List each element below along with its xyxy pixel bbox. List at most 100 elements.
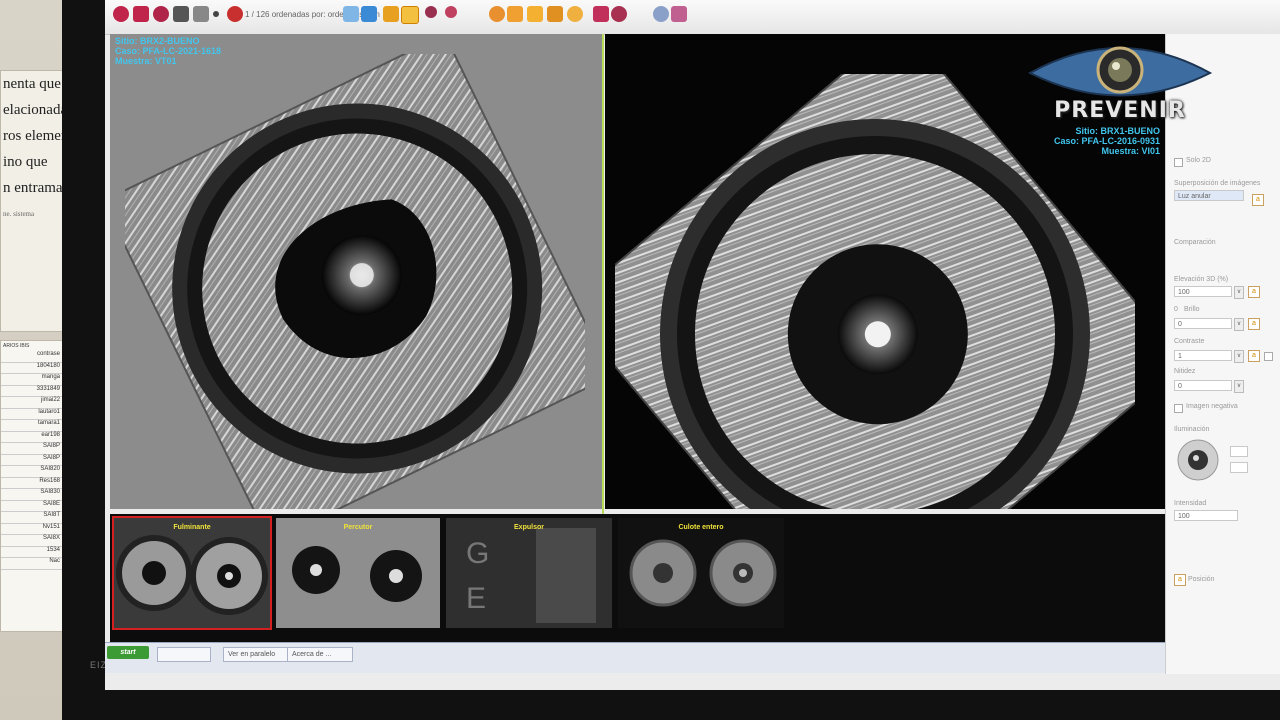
move-icon[interactable] (527, 6, 543, 22)
info-icon[interactable] (611, 6, 627, 22)
thumbnail-label: Culote entero (678, 524, 724, 531)
brush-icon[interactable] (671, 6, 687, 22)
elevacion-input[interactable]: 100 (1174, 286, 1232, 297)
table-cell: SAI8X (1, 535, 63, 547)
prevenir-watermark: PREVENIR (1025, 38, 1215, 128)
light-icon[interactable] (401, 6, 419, 24)
table-cell: lautaro1 (1, 409, 63, 420)
posicion-label: Posición (1188, 576, 1215, 583)
contraste-spinner[interactable]: v (1234, 350, 1244, 363)
iluminacion-dial-icon[interactable] (1176, 438, 1220, 482)
close-icon[interactable] (153, 6, 169, 22)
palette-icon[interactable] (653, 6, 669, 22)
table-cell: jimai22 (1, 397, 63, 409)
wall-table-sheet: ARIOS IBIS contrase 1804180 manga 333184… (0, 340, 64, 632)
contraste-lock-icon[interactable]: a (1248, 350, 1260, 362)
document-line: nenta que (3, 76, 61, 92)
taskbar-item[interactable] (157, 647, 211, 662)
superposicion-lock-icon[interactable]: a (1252, 194, 1264, 206)
view-divider[interactable] (602, 34, 604, 584)
table-cell: SAI8P (1, 455, 63, 466)
solo-2d-checkbox[interactable] (1174, 158, 1183, 167)
table-cell: manga (1, 374, 63, 386)
left-cartridge-image (125, 54, 585, 509)
thumbnail-percutor-image (276, 518, 440, 628)
elevacion-label: Elevación 3D (%) (1174, 276, 1229, 283)
main-toolbar: 1 / 126 ordenadas por: orden posicion (105, 0, 1280, 35)
imagen-negativa-label: Imagen negativa (1186, 403, 1238, 410)
table-header: ARIOS IBIS (3, 343, 30, 349)
brillo-input[interactable]: 0 (1174, 318, 1232, 329)
superposicion-list[interactable]: Luz anular (1174, 190, 1244, 201)
iluminacion-field-2[interactable] (1230, 462, 1248, 473)
intensidad-label: Intensidad (1174, 500, 1207, 507)
arrow-down-icon[interactable] (227, 6, 243, 22)
brillo-label-text: Brillo (1184, 306, 1200, 313)
table-cell: SAI8P (1, 443, 63, 455)
brillo-label: 0 (1174, 306, 1178, 313)
table-cell: 3331849 (1, 386, 63, 397)
table-cell: SAI8E (1, 501, 63, 512)
comparacion-label: Comparación (1174, 239, 1216, 246)
sitio-label: Sitio: BRX2-BUENO (115, 36, 200, 46)
next-icon[interactable] (361, 6, 377, 22)
document-line: elacionada (3, 102, 68, 118)
table-cell: 1534 (1, 547, 63, 558)
elevacion-lock-icon[interactable]: a (1248, 286, 1260, 298)
left-comparison-view[interactable]: Sitio: BRX2-BUENO Caso: PFA-LC-2021-1618… (110, 34, 603, 509)
printer-icon[interactable] (193, 6, 209, 22)
thumbnail-expulsor[interactable]: G E Expulsor (446, 518, 612, 628)
document-note: ne. sistema (3, 210, 35, 218)
thumbnail-culote-entero[interactable]: Culote entero (618, 518, 784, 628)
thumbnail-label: Expulsor (514, 524, 544, 531)
thumbnail-expulsor-image: G E (446, 518, 612, 628)
imagen-negativa-checkbox[interactable] (1174, 404, 1183, 413)
brillo-spinner[interactable]: v (1234, 318, 1244, 331)
wall-document: nenta que elacionada ros elemen ino que … (0, 70, 68, 332)
taskbar-item-ver-en-paralelo[interactable]: Ver en paralelo (223, 647, 289, 662)
zoom-out-icon[interactable] (445, 6, 457, 18)
taskbar-item-acerca-de[interactable]: Acerca de ... (287, 647, 353, 662)
brillo-lock-icon[interactable]: a (1248, 318, 1260, 330)
contraste-checkbox[interactable] (1264, 352, 1273, 361)
thumbnail-fulminante-image (116, 535, 268, 615)
rotate-icon[interactable] (547, 6, 563, 22)
previous-icon[interactable] (343, 6, 359, 22)
contraste-input[interactable]: 1 (1174, 350, 1232, 361)
nitidez-input[interactable]: 0 (1174, 380, 1232, 391)
home-icon[interactable] (113, 6, 129, 22)
posicion-lock-icon[interactable]: a (1174, 574, 1186, 586)
hand-icon[interactable] (489, 6, 505, 22)
table-cell: contrase (1, 351, 63, 363)
table-cell: SAI8T (1, 512, 63, 524)
svg-text:G: G (466, 537, 489, 570)
dot-icon[interactable] (213, 11, 219, 17)
svg-text:E: E (466, 582, 486, 615)
table-cell: 1804180 (1, 363, 63, 374)
pan-icon[interactable] (507, 6, 523, 22)
crosshair-icon[interactable] (567, 6, 583, 22)
caso-label: Caso: PFA-LC-2016-0931 (1053, 136, 1160, 146)
document-line: ino que (3, 154, 48, 170)
table-cell: Nv151 (1, 524, 63, 535)
zoom-icon[interactable] (425, 6, 437, 18)
save-icon[interactable] (173, 6, 189, 22)
solo-2d-label: Solo 2D (1186, 157, 1211, 164)
elevacion-spinner[interactable]: v (1234, 286, 1244, 299)
table-cell: Res168 (1, 478, 63, 489)
os-taskbar: start Ver en paralelo Acerca de ... (105, 642, 1280, 673)
table-cell: ear198 (1, 432, 63, 443)
print-icon[interactable] (133, 6, 149, 22)
properties-panel: Solo 2D Superposición de imágenes Luz an… (1165, 34, 1280, 674)
sync-icon[interactable] (383, 6, 399, 22)
right-sample-info: Sitio: BRX1-BUENO Caso: PFA-LC-2016-0931… (1054, 126, 1160, 156)
start-button[interactable]: start (107, 646, 149, 659)
nitidez-spinner[interactable]: v (1234, 380, 1244, 393)
intensidad-input[interactable]: 100 (1174, 510, 1238, 521)
thumbnail-percutor[interactable]: Percutor (276, 518, 440, 628)
star-icon[interactable] (593, 6, 609, 22)
result-counter: 1 / 126 ordenadas por: orden posicion (245, 10, 380, 19)
muestra-label: Muestra: VI01 (1101, 146, 1160, 156)
iluminacion-field-1[interactable] (1230, 446, 1248, 457)
thumbnail-fulminante[interactable]: Fulminante (112, 516, 272, 630)
